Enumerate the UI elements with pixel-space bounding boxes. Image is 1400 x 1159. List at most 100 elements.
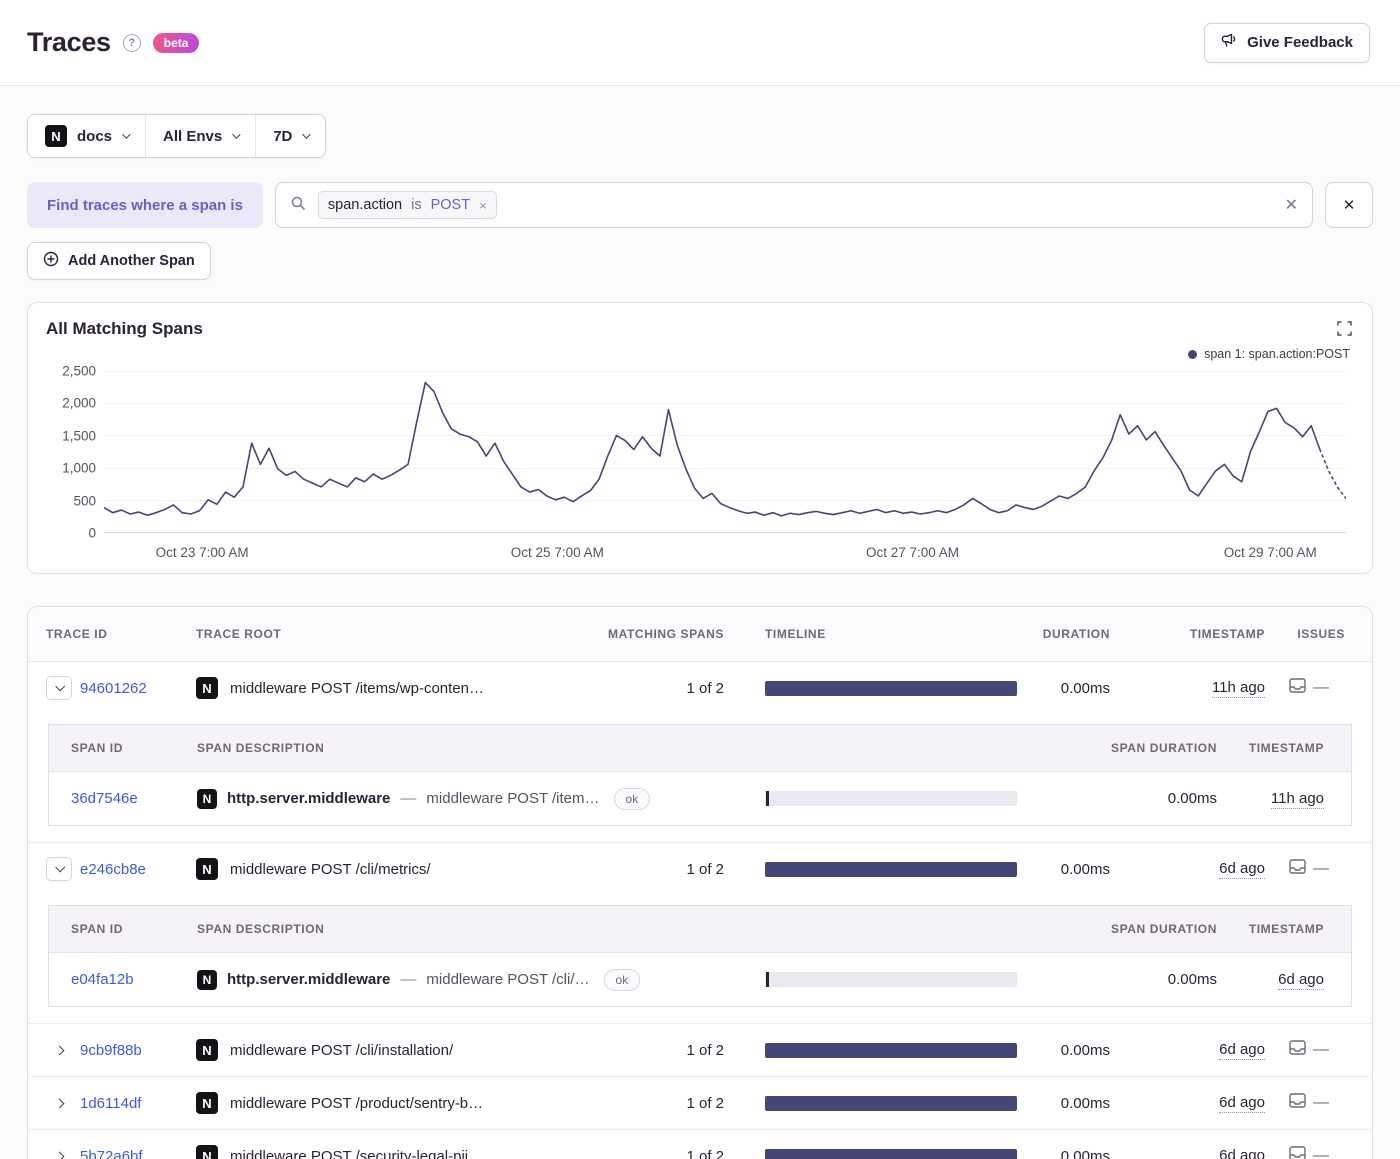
trace-root-label: middleware POST /cli/metrics/ [230,860,431,878]
timestamp-value: 11h ago [1211,679,1265,698]
span-row[interactable]: 36d7546e N http.server.middleware — midd… [49,772,1351,825]
x-tick: Oct 23 7:00 AM [155,545,249,560]
issues-icon [1289,859,1306,879]
y-tick: 1,000 [62,460,96,476]
expand-toggle[interactable] [46,1038,72,1062]
table-header-row: TRACE ID TRACE ROOT MATCHING SPANS TIMEL… [28,607,1372,662]
token-remove-icon[interactable]: × [479,199,487,212]
plus-circle-icon [43,251,59,271]
spans-line-chart[interactable] [104,371,1346,533]
matching-spans-value: 1 of 2 [686,860,724,878]
chart-line-dashed [1320,450,1346,499]
chart-legend-label: span 1: span.action:POST [1204,347,1350,361]
date-range-selector[interactable]: 7D [256,115,326,157]
add-another-span-button[interactable]: Add Another Span [27,242,211,280]
trace-id-link[interactable]: 5b72a6bf [80,1148,143,1159]
issues-icon [1289,1040,1306,1060]
table-row[interactable]: 5b72a6bf N middleware POST /security-leg… [28,1130,1372,1159]
project-icon: N [197,969,217,990]
span-subtable: SPAN ID SPAN DESCRIPTION SPAN DURATION T… [48,724,1352,826]
span-timeline-track [765,791,1017,806]
duration-value: 0.00ms [1060,1041,1110,1059]
span-op-label: http.server.middleware [227,790,391,807]
trace-id-link[interactable]: e246cb8e [80,861,146,878]
chart-line-solid [104,383,1320,516]
table-row[interactable]: 94601262 N middleware POST /items/wp-con… [28,662,1372,714]
close-icon: ✕ [1342,197,1356,214]
timeline-bar [765,861,1017,877]
project-icon: N [196,1039,218,1061]
megaphone-icon [1221,32,1238,53]
environment-selector[interactable]: All Envs [146,115,257,157]
timeline-bar [765,1148,1017,1159]
timeline-bar [765,1095,1017,1111]
beta-badge: beta [152,32,200,53]
duration-value: 0.00ms [1060,1094,1110,1112]
span-search-input[interactable]: span.action is POST × ✕ [274,182,1313,228]
expand-toggle[interactable] [46,1091,72,1115]
y-tick: 2,000 [62,395,96,411]
trace-id-link[interactable]: 9cb9f88b [80,1042,142,1059]
app-header: Traces ? beta Give Feedback [0,0,1400,86]
clear-search-icon[interactable]: ✕ [1285,195,1298,215]
issues-value: — [1313,1094,1329,1111]
table-row[interactable]: 9cb9f88b N middleware POST /cli/installa… [28,1024,1372,1076]
span-duration-value: 0.00ms [1167,790,1217,807]
remove-span-filter-button[interactable]: ✕ [1325,182,1373,228]
page-title: Traces [27,27,111,57]
search-icon [290,195,306,216]
span-id-link[interactable]: 36d7546e [71,790,138,807]
trace-id-link[interactable]: 1d6114df [80,1095,141,1112]
span-id-link[interactable]: e04fa12b [71,971,134,988]
token-value: POST [430,197,471,213]
collapse-toggle[interactable] [46,857,72,881]
environment-selector-label: All Envs [163,127,223,145]
issues-icon [1289,1093,1306,1113]
collapse-toggle[interactable] [46,676,72,700]
fullscreen-icon[interactable] [1335,319,1354,343]
project-icon: N [197,788,217,809]
project-icon: N [196,677,218,699]
col-header-span-duration: SPAN DURATION [1110,922,1217,936]
chevron-right-icon [54,1151,64,1159]
chevron-down-icon [122,130,131,139]
chevron-right-icon [54,1045,64,1055]
span-timestamp-value: 11h ago [1270,789,1324,809]
trace-root-label: middleware POST /product/sentry-b… [230,1094,484,1112]
trace-id-link[interactable]: 94601262 [80,680,147,697]
col-header-issues: ISSUES [1297,627,1345,641]
chart-plot-area[interactable]: 2,500 2,000 1,500 1,000 500 0 [28,364,1354,541]
project-selector[interactable]: N docs [28,115,147,157]
help-icon[interactable]: ? [122,33,141,52]
add-another-span-label: Add Another Span [68,253,195,269]
search-token[interactable]: span.action is POST × [317,191,497,219]
span-header-row: SPAN ID SPAN DESCRIPTION SPAN DURATION T… [49,906,1351,953]
col-header-span-timestamp: TIMESTAMP [1248,922,1324,936]
matching-spans-value: 1 of 2 [686,1147,724,1159]
matching-spans-value: 1 of 2 [686,679,724,697]
chart-legend[interactable]: span 1: span.action:POST [1188,347,1350,361]
matching-spans-value: 1 of 2 [686,1041,724,1059]
chart-title: All Matching Spans [46,319,203,338]
col-header-matching-spans: MATCHING SPANS [608,627,724,641]
col-header-duration: DURATION [1042,627,1110,641]
col-header-trace-root: TRACE ROOT [196,627,282,641]
span-header-row: SPAN ID SPAN DESCRIPTION SPAN DURATION T… [49,725,1351,772]
project-selector-label: docs [77,127,113,145]
span-duration-value: 0.00ms [1167,971,1217,988]
issues-value: — [1313,1147,1329,1159]
y-tick: 500 [73,493,96,509]
timestamp-value: 6d ago [1219,1041,1265,1060]
span-description-label: middleware POST /item… [426,790,600,807]
y-tick: 1,500 [62,428,96,444]
col-header-span-timestamp: TIMESTAMP [1248,741,1324,755]
token-operator: is [411,197,422,213]
expand-toggle[interactable] [46,1144,72,1159]
issues-value: — [1313,1041,1329,1058]
issues-icon [1289,678,1306,698]
give-feedback-button[interactable]: Give Feedback [1204,22,1370,63]
token-key: span.action [327,197,403,213]
span-row[interactable]: e04fa12b N http.server.middleware — midd… [49,953,1351,1006]
table-row[interactable]: 1d6114df N middleware POST /product/sent… [28,1077,1372,1129]
table-row[interactable]: e246cb8e N middleware POST /cli/metrics/… [28,843,1372,895]
